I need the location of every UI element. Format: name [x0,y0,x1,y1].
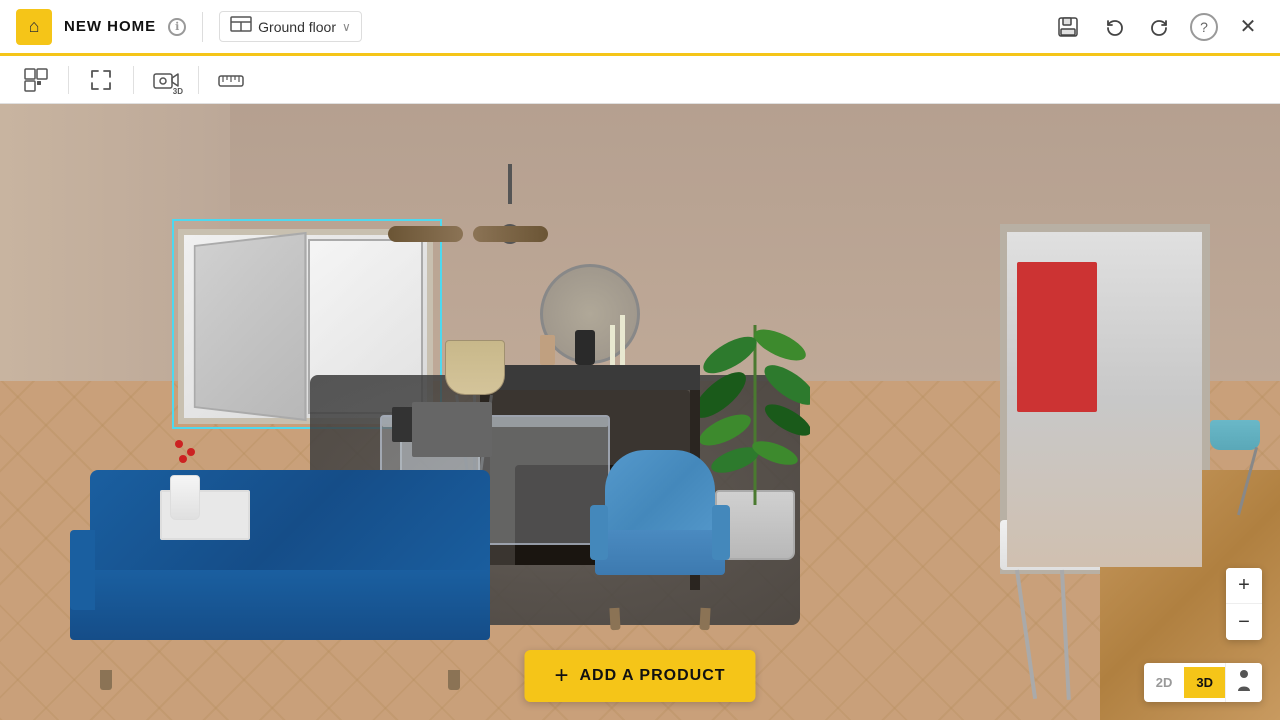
fireplace-mantel [480,365,700,390]
redo-button[interactable] [1144,11,1176,43]
flower-vase-white [170,475,200,520]
floor-icon [230,16,252,37]
armchair-blue [590,450,730,610]
window-pane-left [194,232,306,421]
desk-lamp-head [1210,420,1260,450]
fan-blade-1 [388,226,463,242]
topbar-left: ⌂ NEW HOME ℹ Ground floor ∨ [16,9,362,45]
flower-arrangement [165,440,205,520]
undo-button[interactable] [1098,11,1130,43]
close-button[interactable]: ✕ [1232,11,1264,43]
white-chair-leg-2 [1060,570,1071,700]
sofa [70,470,490,670]
floor-label: Ground floor [258,19,336,35]
toolbar: 3D [0,56,1280,104]
fan-blade-2 [473,226,548,242]
toolbar-divider-1 [68,66,69,94]
flower-red-3 [179,455,187,463]
flower-red-2 [187,448,195,456]
fan-rod [508,164,512,204]
sofa-leg-front-left [100,670,112,690]
sofa-seat [70,570,490,640]
mantel-candle-2 [620,315,625,365]
lamp-shade [445,340,505,395]
armchair-arm-left [590,505,608,560]
chevron-down-icon: ∨ [342,20,351,34]
canvas-area[interactable]: + ADD A PRODUCT + − 2D 3D [0,104,1280,720]
app-logo[interactable]: ⌂ [16,9,52,45]
white-chair-leg-1 [1015,570,1037,699]
camera-3d-button[interactable]: 3D [146,61,186,99]
save-button[interactable] [1052,11,1084,43]
topbar-right: ? ✕ [1052,11,1264,43]
armchair-seat [595,530,725,575]
add-product-label: ADD A PRODUCT [579,667,725,685]
topbar: ⌂ NEW HOME ℹ Ground floor ∨ [0,0,1280,56]
ceiling-fan [430,204,590,264]
door-view [1007,232,1202,567]
armchair-leg-2 [699,608,710,630]
room-scene: + ADD A PRODUCT + − 2D 3D [0,104,1280,720]
view-toggle: 2D 3D [1144,663,1262,702]
zoom-out-button[interactable]: − [1226,604,1262,640]
toolbar-divider-3 [198,66,199,94]
grid-button[interactable] [16,61,56,99]
fullscreen-button[interactable] [81,61,121,99]
app-title: NEW HOME [64,18,156,35]
info-icon[interactable]: ℹ [168,18,186,36]
view-2d-button[interactable]: 2D [1144,667,1185,698]
laptop-on-table [412,402,492,457]
floor-selector[interactable]: Ground floor ∨ [219,11,362,42]
zoom-controls: + − [1226,568,1262,640]
flower-red-1 [175,440,183,448]
view-3d-button[interactable]: 3D [1184,667,1225,698]
topbar-separator [202,12,203,42]
desk-lamp-arm [1237,447,1258,515]
ruler-button[interactable] [211,61,251,99]
mantel-candle-1 [610,325,615,365]
armchair-arm-right [712,505,730,560]
person-view-button[interactable] [1225,663,1262,702]
door-view-red-wall [1017,262,1097,412]
mantel-flower-vase [540,335,555,365]
mantel-vase [575,330,595,365]
add-product-button[interactable]: + ADD A PRODUCT [524,650,755,702]
add-product-plus-icon: + [554,662,569,690]
sofa-arm-left [70,530,95,610]
flower-stems [175,440,195,480]
sofa-leg-front-right [448,670,460,690]
zoom-in-button[interactable]: + [1226,568,1262,604]
armchair-leg-1 [609,608,620,630]
help-button[interactable]: ? [1190,13,1218,41]
toolbar-divider-2 [133,66,134,94]
